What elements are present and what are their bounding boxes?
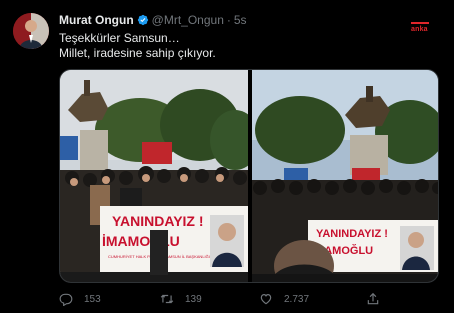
media-photo-right[interactable]: YANINDAYIZ ! İMAMOĞLU — [252, 70, 439, 283]
share-button[interactable] — [366, 290, 380, 308]
banner-right-line1: YANINDAYIZ ! — [316, 228, 388, 240]
author-name[interactable]: Murat Ongun — [59, 13, 134, 27]
tweet-media[interactable]: YANINDAYIZ ! İMAMOĞLU CUMHURİYET HALK PA… — [59, 69, 439, 283]
retweet-icon — [160, 294, 174, 304]
reply-count: 153 — [84, 293, 101, 305]
media-photo-left[interactable]: YANINDAYIZ ! İMAMOĞLU CUMHURİYET HALK PA… — [60, 70, 260, 283]
banner-left-line1: YANINDAYIZ ! — [112, 213, 204, 229]
tweet[interactable]: Murat Ongun @Mrt_Ongun · 5s anka Teşekkü… — [0, 0, 454, 313]
avatar[interactable] — [13, 13, 49, 49]
retweet-count: 139 — [185, 293, 202, 305]
tweet-text: Teşekkürler Samsun… Millet, iradesine sa… — [59, 31, 216, 61]
like-icon — [260, 294, 272, 305]
banner-left-line2: İMAMOĞLU — [102, 232, 180, 249]
like-count: 2.737 — [284, 293, 310, 305]
like-button[interactable]: 2.737 — [259, 290, 309, 308]
verified-badge-icon — [137, 14, 148, 26]
share-icon — [367, 292, 379, 305]
tweet-text-line: Teşekkürler Samsun… — [59, 31, 180, 45]
retweet-button[interactable]: 139 — [160, 290, 202, 308]
timestamp[interactable]: 5s — [234, 13, 247, 27]
author-handle[interactable]: @Mrt_Ongun — [152, 13, 224, 27]
tweet-header: Murat Ongun @Mrt_Ongun · 5s — [59, 12, 247, 28]
brand-logo-bar — [411, 22, 429, 24]
brand-logo: anka — [411, 26, 428, 33]
reply-icon — [59, 293, 73, 306]
reply-button[interactable]: 153 — [59, 290, 101, 308]
tweet-actions: 153 139 2.737 — [59, 290, 439, 308]
separator-dot: · — [226, 13, 231, 27]
tweet-text-line: Millet, iradesine sahip çıkıyor. — [59, 46, 216, 60]
